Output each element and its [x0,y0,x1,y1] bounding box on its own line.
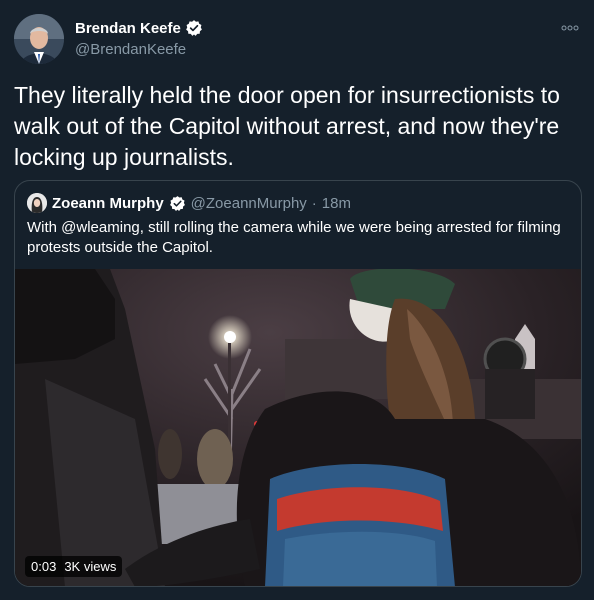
video-duration: 0:03 [31,559,57,574]
video-view-count: 3K views [64,559,117,574]
quoted-tweet-timestamp[interactable]: 18m [322,195,351,212]
video-frame [15,269,581,586]
separator-dot: · [311,194,317,212]
tweet: Brendan Keefe @BrendanKeefe They literal… [0,0,594,600]
author-avatar[interactable] [14,14,64,64]
verified-badge-icon [186,20,202,36]
author-handle[interactable]: @BrendanKeefe [75,41,186,58]
quoted-tweet-card[interactable]: Zoeann Murphy @ZoeannMurphy · 18m With @… [14,180,582,587]
author-name-row[interactable]: Brendan Keefe [75,19,203,37]
verified-badge-icon [169,195,185,211]
quoted-author-avatar[interactable] [27,193,47,213]
video-player[interactable]: 0:03 3K views [15,269,581,586]
quoted-author-name[interactable]: Zoeann Murphy [52,195,164,212]
quoted-author-handle[interactable]: @ZoeannMurphy [191,195,307,212]
video-stats-badge: 0:03 3K views [25,556,123,577]
author-name[interactable]: Brendan Keefe [75,20,181,37]
quoted-tweet-header: Zoeann Murphy @ZoeannMurphy · 18m [27,193,351,213]
quoted-tweet-text: With @wleaming, still rolling the camera… [27,219,561,256]
more-options-icon[interactable] [560,22,580,34]
tweet-text: They literally held the door open for in… [14,82,560,170]
